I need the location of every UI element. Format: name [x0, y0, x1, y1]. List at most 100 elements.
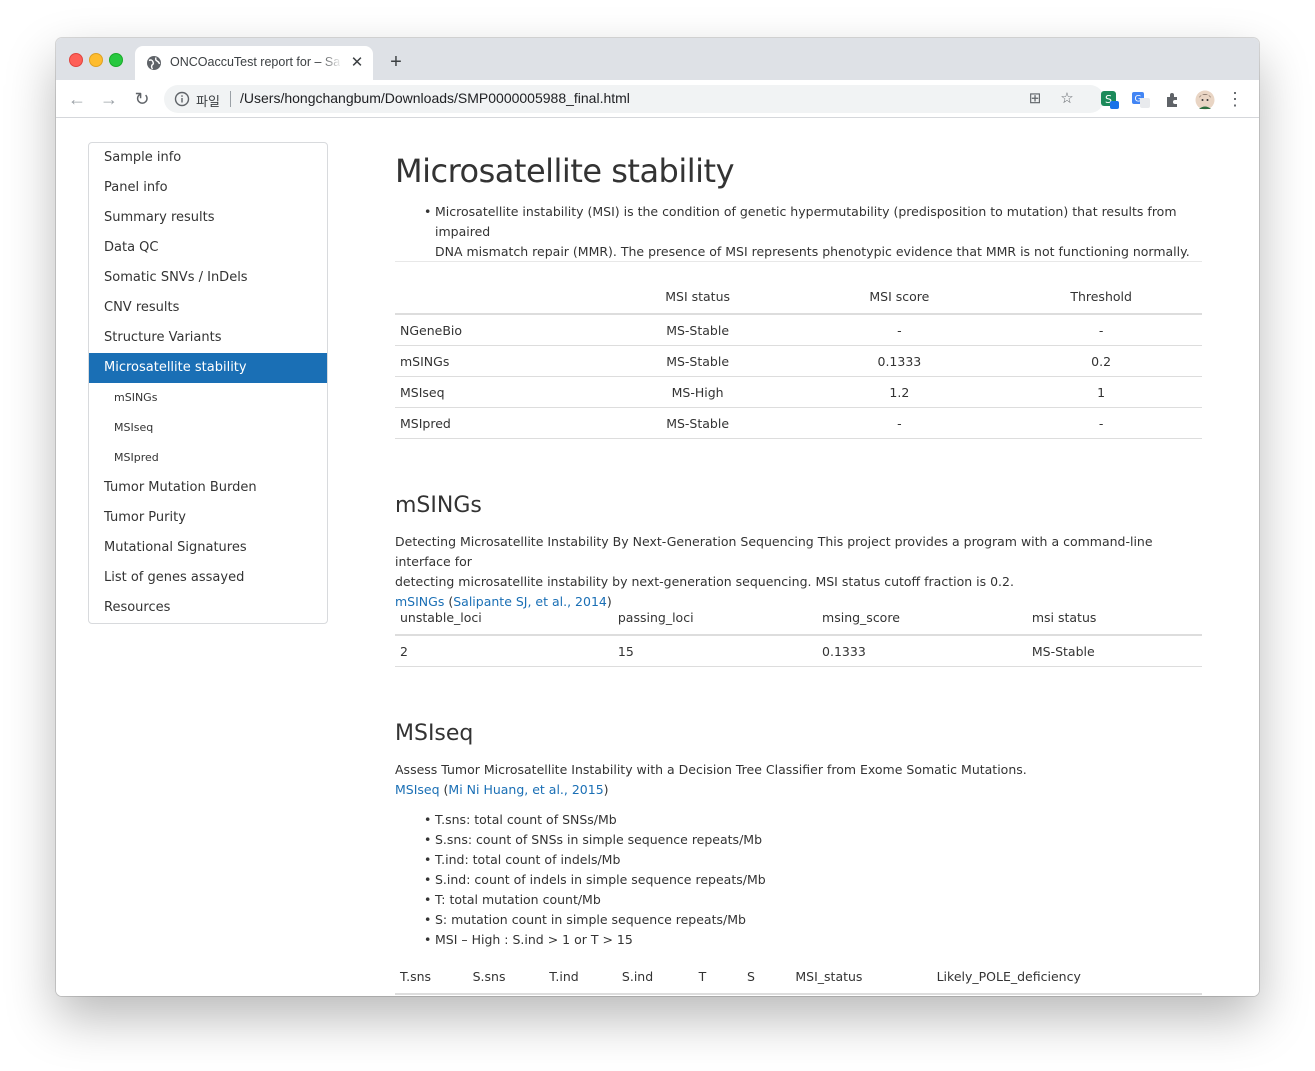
table-cell: MSIseq — [395, 376, 597, 408]
page-viewport: Sample info Panel info Summary results Data… — [56, 118, 1259, 996]
sidebar-item-tumor-purity[interactable]: Tumor Purity — [89, 503, 327, 533]
table-cell: 1.2 — [798, 376, 1001, 408]
table-cell: MS-High — [596, 376, 799, 408]
sidebar-item-tumor-mutation-burden[interactable]: Tumor Mutation Burden — [89, 473, 327, 503]
table-header-row: T.sns S.sns T.ind S.ind T S MSI_status Likely_P… — [395, 959, 1202, 995]
sidebar-item-resources[interactable]: Resources — [89, 593, 327, 623]
minimize-window-button[interactable] — [89, 53, 103, 67]
browser-tab[interactable]: ONCOaccuTest report for – Sample ✕ — [135, 46, 373, 80]
column-header — [395, 279, 597, 315]
sidebar-item-data-qc[interactable]: Data QC — [89, 233, 327, 263]
tab-title-fade — [320, 52, 342, 74]
msi-summary-table: MSI status MSI score Threshold NGeneBio MS-… — [395, 279, 1202, 439]
msi-intro-bullet: • Microsatellite instability (MSI) is th… — [424, 202, 1195, 262]
table-cell: 1 — [1000, 376, 1202, 408]
extensions-puzzle-icon[interactable] — [1163, 90, 1183, 110]
msiseq-reference-link[interactable]: Mi Ni Huang, et al., 2015 — [448, 782, 603, 797]
address-bar[interactable]: 파일 /Users/hongchangbum/Downloads/SMP0000… — [164, 85, 1104, 113]
sidebar-item-msipred[interactable]: MSIpred — [89, 443, 327, 473]
globe-icon — [147, 56, 161, 70]
translate-icon[interactable]: ⊞ — [1026, 90, 1044, 108]
table-cell: MS-Stable — [596, 407, 799, 439]
table-row: 2 15 0.1333 MS-Stable — [395, 635, 1202, 667]
table-cell: 2 — [395, 635, 613, 667]
page-title: Microsatellite stability — [395, 152, 735, 190]
msiseq-tool-link[interactable]: MSIseq — [395, 782, 440, 797]
column-header: passing_loci — [612, 600, 818, 636]
sidebar-item-cnv-results[interactable]: CNV results — [89, 293, 327, 323]
table-row: mSINGs MS-Stable 0.1333 0.2 — [395, 345, 1202, 377]
table-row: MSIseq MS-High 1.2 1 — [395, 376, 1202, 408]
sidebar-item-sample-info[interactable]: Sample info — [89, 143, 327, 173]
msiseq-links: MSIseq (Mi Ni Huang, et al., 2015) — [395, 780, 1195, 800]
paren-close: ) — [603, 782, 609, 797]
msings-desc-line-2: detecting microsatellite instability by … — [395, 574, 1014, 589]
list-item: S: mutation count in simple sequence rep… — [424, 910, 766, 930]
intro-line-1: Microsatellite instability (MSI) is the … — [435, 204, 1177, 239]
table-cell: NGeneBio — [395, 314, 597, 346]
column-header: T.sns — [395, 959, 468, 995]
divider — [395, 261, 1202, 262]
list-item: S.sns: count of SNSs in simple sequence … — [424, 830, 766, 850]
sidebar-item-panel-info[interactable]: Panel info — [89, 173, 327, 203]
msings-result-table: unstable_loci passing_loci msing_score msi … — [395, 600, 1202, 667]
list-item: S.ind: count of indels in simple sequenc… — [424, 870, 766, 890]
maximize-window-button[interactable] — [109, 53, 123, 67]
sidebar-item-somatic-snvs-indels[interactable]: Somatic SNVs / InDels — [89, 263, 327, 293]
column-header: Likely_POLE_deficiency — [931, 959, 1202, 995]
list-item: T: total mutation count/Mb — [424, 890, 766, 910]
table-cell: 0.1333 — [817, 635, 1027, 667]
column-header: S.ind — [616, 959, 694, 995]
sidebar-nav: Sample info Panel info Summary results Data… — [88, 142, 328, 624]
table-cell: 0.1333 — [798, 345, 1001, 377]
bookmark-star-icon[interactable]: ☆ — [1058, 90, 1076, 108]
column-header: MSI_status — [790, 959, 932, 995]
sidebar-item-msiseq[interactable]: MSIseq — [89, 413, 327, 443]
list-item: T.sns: total count of SNSs/Mb — [424, 810, 766, 830]
msings-heading: mSINGs — [395, 493, 482, 518]
column-header: S — [741, 959, 791, 995]
list-item: T.ind: total count of indels/Mb — [424, 850, 766, 870]
browser-window: ONCOaccuTest report for – Sample ✕ + ← →… — [56, 38, 1259, 996]
new-tab-button[interactable]: + — [385, 51, 407, 73]
forward-button[interactable]: → — [98, 88, 120, 110]
sidebar-item-list-of-genes-assayed[interactable]: List of genes assayed — [89, 563, 327, 593]
table-cell: MS-Stable — [1026, 635, 1202, 667]
msiseq-description: Assess Tumor Microsatellite Instability … — [395, 760, 1195, 800]
sidebar-list: Sample info Panel info Summary results Data… — [89, 143, 327, 623]
tab-close-icon[interactable]: ✕ — [348, 54, 366, 72]
info-icon[interactable] — [174, 91, 190, 107]
google-translate-extension-icon[interactable]: G — [1131, 90, 1151, 110]
browser-menu-icon[interactable]: ⋮ — [1226, 89, 1244, 109]
extension-s-icon[interactable]: S — [1100, 90, 1120, 110]
back-button[interactable]: ← — [66, 88, 88, 110]
table-header-row: MSI status MSI score Threshold — [395, 279, 1202, 315]
table-cell: MS-Stable — [596, 345, 799, 377]
column-header: msi status — [1026, 600, 1202, 636]
table-cell: - — [1000, 407, 1202, 439]
column-header: T.ind — [544, 959, 617, 995]
msings-desc-line-1: Detecting Microsatellite Instability By … — [395, 534, 1153, 569]
msiseq-desc-line: Assess Tumor Microsatellite Instability … — [395, 762, 1027, 777]
profile-avatar[interactable] — [1195, 90, 1215, 110]
tab-strip: ONCOaccuTest report for – Sample ✕ + — [56, 38, 1259, 80]
reload-button[interactable]: ↻ — [131, 88, 153, 110]
column-header: unstable_loci — [395, 600, 613, 636]
sidebar-item-structure-variants[interactable]: Structure Variants — [89, 323, 327, 353]
sidebar-item-msings[interactable]: mSINGs — [89, 383, 327, 413]
scheme-label: 파일 — [196, 94, 220, 109]
table-row: MSIpred MS-Stable - - — [395, 407, 1202, 439]
url-text[interactable]: /Users/hongchangbum/Downloads/SMP0000005… — [240, 90, 630, 106]
table-cell: - — [798, 314, 1001, 346]
close-window-button[interactable] — [69, 53, 83, 67]
table-cell: MSIpred — [395, 407, 597, 439]
column-header: S.sns — [467, 959, 545, 995]
browser-toolbar: ← → ↻ 파일 /Users/hongchangbum/Downloads/S… — [56, 80, 1259, 118]
column-header: msing_score — [817, 600, 1027, 636]
sidebar-item-mutational-signatures[interactable]: Mutational Signatures — [89, 533, 327, 563]
sidebar-item-microsatellite-stability[interactable]: Microsatellite stability — [89, 353, 327, 383]
intro-line-2: DNA mismatch repair (MMR). The presence … — [435, 244, 1190, 259]
list-item: MSI – High : S.ind > 1 or T > 15 — [424, 930, 766, 950]
sidebar-item-summary-results[interactable]: Summary results — [89, 203, 327, 233]
table-header-row: unstable_loci passing_loci msing_score msi … — [395, 600, 1202, 636]
